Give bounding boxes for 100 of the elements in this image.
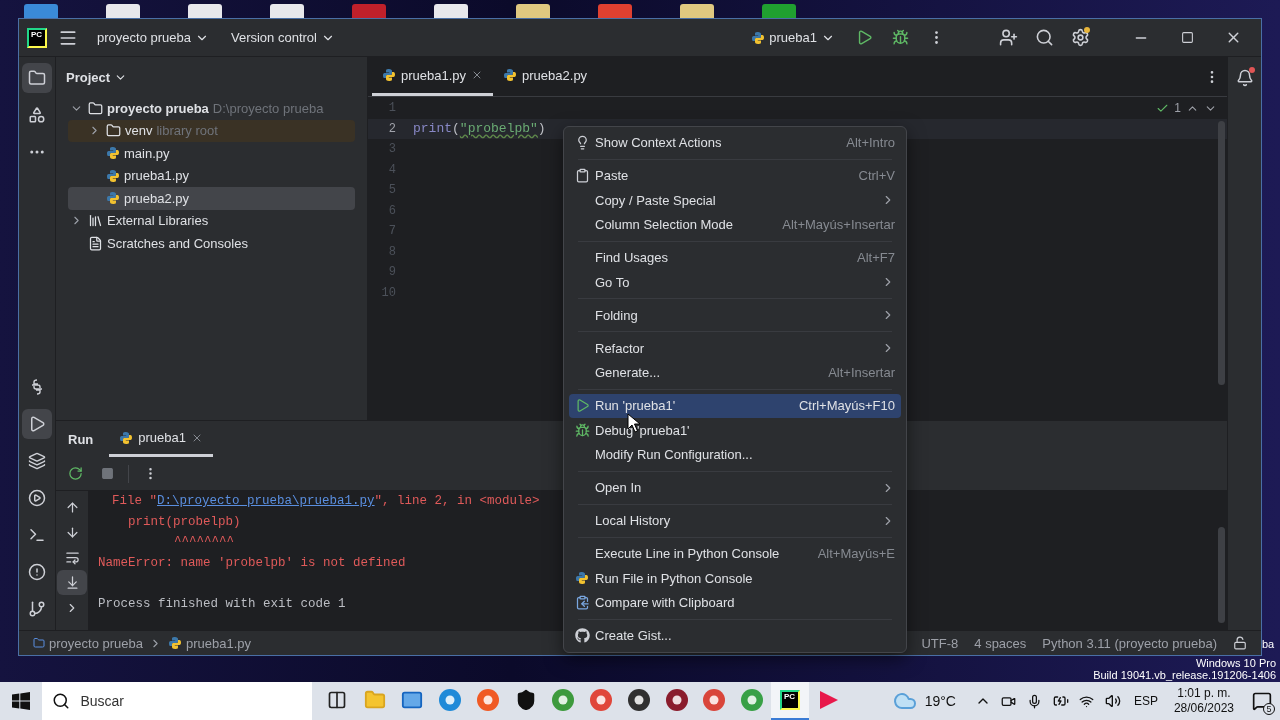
folder-icon: [363, 689, 386, 711]
lightbulb-icon: [575, 135, 590, 151]
clock[interactable]: 1:01 p. m. 28/06/2023: [1167, 686, 1240, 716]
status-item[interactable]: UTF-8: [915, 635, 965, 651]
console-text: NameError: name 'probelpb' is not defined: [98, 555, 406, 570]
github-icon: [575, 628, 590, 644]
menu-item[interactable]: Generate... Alt+Insertar: [569, 360, 901, 385]
menu-item[interactable]: Copy / Paste Special: [569, 188, 901, 213]
console-text: ^^^^^^^^: [174, 535, 234, 549]
run-config-dropdown[interactable]: prueba1: [743, 26, 843, 49]
inspection-widget[interactable]: 1: [1156, 101, 1217, 115]
tree-label: prueba1.py: [124, 168, 190, 184]
python-icon: [167, 636, 182, 650]
line-number: 2: [387, 121, 397, 136]
language-indicator[interactable]: ESP: [1127, 693, 1164, 709]
tree-label: venv: [125, 123, 153, 139]
app-icon: [589, 688, 614, 712]
tree-label: proyecto prueba: [107, 100, 209, 116]
menu-item[interactable]: Create Gist...: [569, 623, 901, 648]
menu-item[interactable]: Open In: [569, 475, 901, 500]
compare-icon: [575, 595, 590, 611]
folder-icon: [106, 123, 121, 139]
menu-item[interactable]: Paste Ctrl+V: [569, 163, 901, 188]
python-icon: [575, 571, 589, 586]
pycharm-logo: PC: [780, 690, 800, 710]
tree-item[interactable]: main.py: [68, 142, 355, 165]
menu-item[interactable]: Refactor: [569, 336, 901, 361]
vcs-dropdown[interactable]: Version control: [222, 26, 343, 49]
status-item[interactable]: 4 spaces: [968, 635, 1033, 651]
editor-tab[interactable]: prueba1.py: [372, 57, 494, 96]
tree-item[interactable]: venv library root: [68, 119, 355, 142]
tree-item[interactable]: External Libraries: [68, 209, 355, 232]
weather-widget[interactable]: 19°C: [886, 688, 962, 714]
app-icon: [551, 688, 576, 712]
windows-logo-icon: [12, 692, 31, 710]
task-view-icon: [326, 690, 347, 710]
project-dropdown[interactable]: Project: [66, 69, 128, 85]
folder-icon[interactable]: [22, 63, 52, 93]
app-icon: [475, 688, 500, 712]
search-field[interactable]: Buscar: [42, 682, 313, 720]
python-file-icon: [382, 68, 396, 82]
breadcrumb[interactable]: prueba1.py: [165, 635, 253, 651]
tree-item[interactable]: prueba2.py: [68, 187, 355, 210]
menu-item[interactable]: Column Selection Mode Alt+Mayús+Insertar: [569, 212, 901, 237]
desktop-text: ba: [1262, 638, 1276, 650]
message-icon: [1252, 691, 1272, 711]
menu-item[interactable]: Debug 'prueba1': [569, 418, 901, 443]
breadcrumb[interactable]: proyecto prueba: [31, 635, 145, 651]
file-link[interactable]: D:\proyecto prueba\prueba1.py: [157, 494, 375, 508]
scratches-icon: [88, 235, 103, 251]
tree-label: External Libraries: [107, 213, 209, 229]
menu-item[interactable]: Folding: [569, 303, 901, 328]
notification-count: 5: [1263, 703, 1275, 715]
tree-label: main.py: [124, 145, 170, 161]
menu-item[interactable]: Run File in Python Console: [569, 566, 901, 591]
status-item[interactable]: Python 3.11 (proyecto prueba): [1036, 635, 1223, 651]
project-dropdown[interactable]: proyecto prueba: [89, 26, 217, 49]
menu-item[interactable]: Compare with Clipboard: [569, 590, 901, 615]
menu-item[interactable]: Go To: [569, 270, 901, 295]
menu-item[interactable]: Modify Run Configuration...: [569, 442, 901, 467]
system-text: Windows 10 Pro: [1195, 657, 1276, 669]
python-file-icon: [119, 430, 134, 445]
console-text: File ": [112, 494, 157, 508]
menu-item[interactable]: Execute Line in Python Console Alt+Mayús+E: [569, 541, 901, 566]
tree-item[interactable]: prueba1.py: [68, 164, 355, 187]
app-icon: [702, 688, 727, 712]
tree-item[interactable]: Scratches and Consoles: [68, 232, 355, 255]
scrollbar-thumb[interactable]: [1218, 527, 1225, 623]
app-icon: [664, 688, 689, 712]
app-logo: PC: [27, 27, 47, 48]
menu-item[interactable]: Show Context Actions Alt+Intro: [569, 130, 901, 155]
tree-label: Scratches and Consoles: [107, 235, 248, 251]
tree-hint: D:\proyecto prueba: [212, 100, 324, 116]
app-icon: [740, 688, 765, 712]
console-text: Process finished with exit code 1: [98, 596, 346, 611]
menu-item[interactable]: Local History: [569, 508, 901, 533]
editor-tab[interactable]: prueba2.py: [493, 57, 598, 96]
python-file-icon: [106, 146, 120, 161]
folder-icon: [33, 637, 45, 649]
python-icon: [751, 30, 766, 45]
search-icon: [52, 692, 71, 710]
notification-button[interactable]: 5: [1244, 682, 1280, 720]
console-text: ", line 2, in <module>: [374, 494, 540, 508]
taskbar-app[interactable]: PC: [771, 682, 809, 720]
tree-item[interactable]: proyecto prueba D:\proyecto prueba: [68, 97, 355, 120]
run-tab[interactable]: prueba1: [109, 421, 213, 457]
bug-icon: [575, 422, 590, 438]
run-icon[interactable]: [22, 409, 52, 439]
menu-item[interactable]: Find Usages Alt+F7: [569, 245, 901, 270]
system-text: Build 19041.vb_release.191206-1406: [1093, 669, 1276, 681]
library-icon: [88, 213, 103, 229]
python-file-icon: [106, 191, 120, 206]
tree-label: prueba2.py: [124, 190, 190, 206]
app-icon: [626, 688, 651, 712]
python-file-icon: [106, 168, 120, 183]
app-icon: [438, 688, 463, 712]
scrollbar-thumb[interactable]: [1218, 121, 1225, 385]
menu-item[interactable]: Run 'prueba1' Ctrl+Mayús+F10: [569, 393, 901, 418]
tree-hint: library root: [156, 123, 218, 139]
scroll-to-end-icon[interactable]: [57, 570, 87, 595]
